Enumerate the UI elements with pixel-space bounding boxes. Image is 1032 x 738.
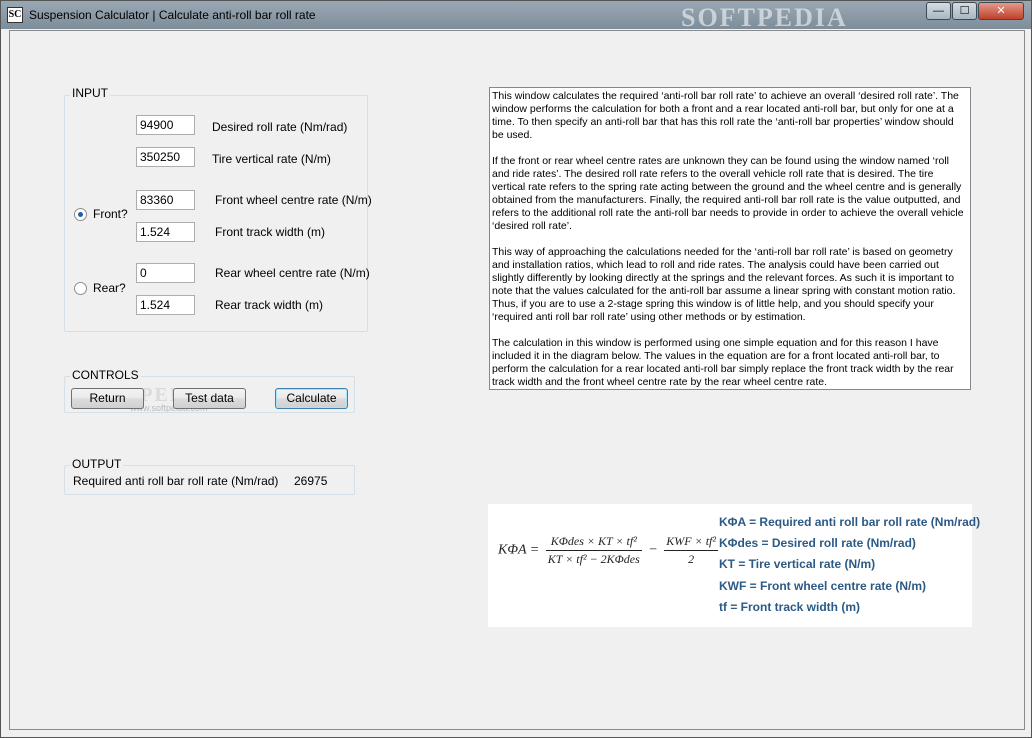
description-paragraph: The calculation in this window is perfor… [492, 337, 954, 388]
output-group-title: OUTPUT [70, 457, 124, 471]
app-icon[interactable]: SC [7, 7, 23, 23]
desired-roll-rate-input[interactable]: 94900 [136, 115, 195, 135]
close-button[interactable]: ✕ [978, 2, 1024, 20]
window-title: Suspension Calculator | Calculate anti-r… [29, 8, 316, 22]
front-wheel-centre-rate-label: Front wheel centre rate (N/m) [215, 193, 372, 207]
return-button[interactable]: Return [71, 388, 144, 409]
rear-radio-label[interactable]: Rear? [93, 281, 126, 295]
equation-minus: − [648, 542, 658, 558]
formula-legend-line: KΦA = Required anti roll bar roll rate (… [719, 515, 981, 529]
softpedia-watermark: SOFTPEDIA [681, 3, 848, 32]
formula-legend-line: KΦdes = Desired roll rate (Nm/rad) [719, 536, 916, 550]
fraction-2-denominator: 2 [688, 552, 695, 566]
calculate-button[interactable]: Calculate [275, 388, 348, 409]
fraction-1-denominator: KT × tf² − 2KΦdes [547, 552, 640, 566]
front-track-width-label: Front track width (m) [215, 225, 326, 239]
tire-vertical-rate-input[interactable]: 350250 [136, 147, 195, 167]
front-radio[interactable] [74, 208, 87, 221]
formula-legend-line: KT = Tire vertical rate (N/m) [719, 557, 876, 571]
controls-group-title: CONTROLS [70, 368, 141, 382]
title-bar[interactable]: SC Suspension Calculator | Calculate ant… [1, 1, 1031, 32]
formula-legend-line: tf = Front track width (m) [719, 600, 860, 614]
fraction-2-numerator: KWF × tf² [664, 534, 718, 551]
formula-diagram: KΦA = KΦdes × KT × tf² KT × tf² − 2KΦdes… [488, 504, 980, 627]
formula-legend-line: KWF = Front wheel centre rate (N/m) [719, 579, 927, 593]
equation-fraction-2: KWF × tf² 2 [664, 534, 718, 567]
rear-wheel-centre-rate-input[interactable]: 0 [136, 263, 195, 283]
front-wheel-centre-rate-input[interactable]: 83360 [136, 190, 195, 210]
description-paragraph: This window calculates the required ‘ant… [492, 90, 959, 141]
rear-track-width-label: Rear track width (m) [215, 298, 324, 312]
input-group-title: INPUT [70, 86, 110, 100]
equation-fraction-1: KΦdes × KT × tf² KT × tf² − 2KΦdes [545, 534, 642, 567]
front-track-width-input[interactable]: 1.524 [136, 222, 195, 242]
description-paragraph: This way of approaching the calculations… [492, 246, 956, 323]
output-label: Required anti roll bar roll rate (Nm/rad… [73, 474, 279, 488]
output-value: 26975 [294, 474, 328, 488]
minimize-button[interactable]: — [926, 2, 951, 20]
anti-roll-bar-equation: KΦA = KΦdes × KT × tf² KT × tf² − 2KΦdes… [498, 534, 721, 567]
rear-wheel-centre-rate-label: Rear wheel centre rate (N/m) [215, 266, 370, 280]
app-window: SC Suspension Calculator | Calculate ant… [0, 0, 1032, 738]
desired-roll-rate-label: Desired roll rate (Nm/rad) [212, 120, 348, 134]
rear-track-width-input[interactable]: 1.524 [136, 295, 195, 315]
description-paragraph: If the front or rear wheel centre rates … [492, 155, 964, 232]
test-data-button[interactable]: Test data [173, 388, 246, 409]
maximize-button[interactable]: ☐ [952, 2, 977, 20]
description-textbox[interactable]: This window calculates the required ‘ant… [489, 87, 971, 390]
equation-lhs: KΦA = [498, 542, 540, 558]
front-radio-label[interactable]: Front? [93, 207, 128, 221]
fraction-1-numerator: KΦdes × KT × tf² [545, 534, 642, 551]
tire-vertical-rate-label: Tire vertical rate (N/m) [212, 152, 331, 166]
rear-radio[interactable] [74, 282, 87, 295]
